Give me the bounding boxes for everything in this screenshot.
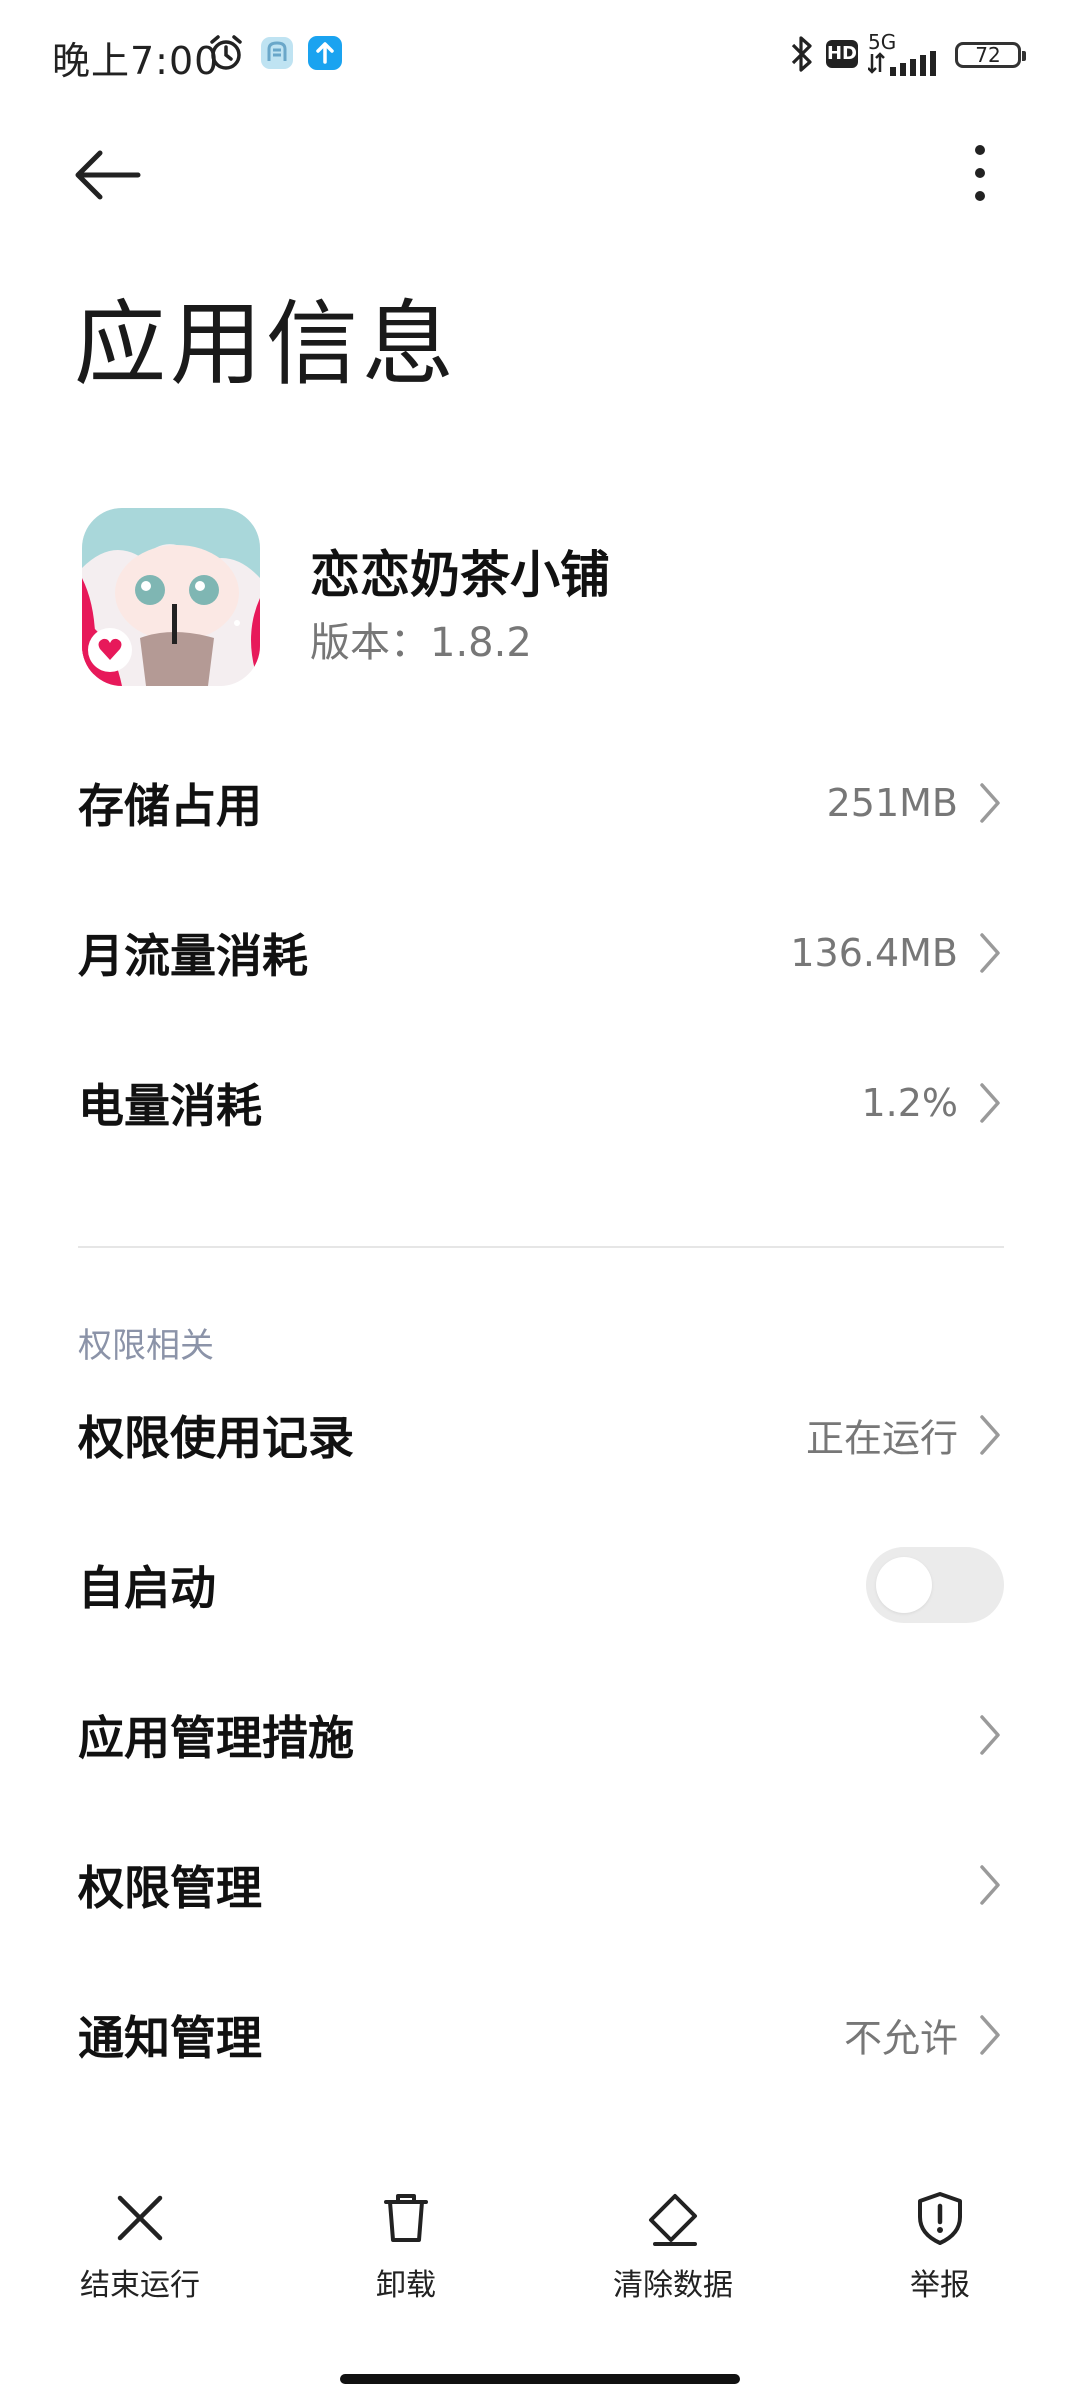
shield-alert-icon — [918, 2192, 962, 2245]
data-usage-row[interactable]: 月流量消耗 136.4MB — [0, 878, 1080, 1028]
upload-icon — [308, 36, 342, 70]
action-label: 结束运行 — [80, 2268, 200, 2303]
action-label: 卸载 — [376, 2268, 436, 2303]
status-time: 晚上7:00 — [52, 39, 220, 83]
status-bar: 晚上7:00 HD 5G 72 — [0, 0, 1080, 110]
app-icon — [82, 508, 260, 686]
app-notification-icon — [261, 37, 293, 69]
toggle-knob — [876, 1557, 932, 1613]
action-label: 清除数据 — [613, 2268, 733, 2303]
row-value: 不允许 — [843, 2016, 958, 2061]
chevron-right-icon — [980, 1865, 1000, 1905]
chevron-right-icon — [980, 783, 1000, 823]
row-label: 自启动 — [78, 1561, 216, 1615]
eraser-icon — [649, 2194, 697, 2246]
row-label: 电量消耗 — [78, 1079, 262, 1133]
app-name: 恋恋奶茶小铺 — [310, 546, 610, 604]
row-value: 正在运行 — [805, 1416, 958, 1461]
close-icon — [117, 2195, 163, 2241]
permission-management-row[interactable]: 权限管理 — [0, 1810, 1080, 1960]
section-divider — [78, 1246, 1004, 1248]
autostart-toggle[interactable] — [866, 1547, 1004, 1623]
report-button[interactable]: 举报 — [840, 2190, 1040, 2320]
autostart-row: 自启动 — [0, 1510, 1080, 1660]
chevron-right-icon — [980, 1083, 1000, 1123]
row-value: 1.2% — [861, 1081, 958, 1125]
row-label: 存储占用 — [78, 779, 262, 833]
bluetooth-icon — [791, 36, 812, 72]
battery-usage-row[interactable]: 电量消耗 1.2% — [0, 1028, 1080, 1178]
chevron-right-icon — [980, 2015, 1000, 2055]
alarm-icon — [210, 35, 242, 70]
force-stop-button[interactable]: 结束运行 — [40, 2190, 240, 2320]
page-title: 应用信息 — [74, 291, 459, 398]
uninstall-button[interactable]: 卸载 — [306, 2190, 506, 2320]
home-indicator[interactable] — [340, 2374, 740, 2384]
notification-management-row[interactable]: 通知管理 不允许 — [0, 1960, 1080, 2110]
action-label: 举报 — [910, 2268, 970, 2303]
bottom-action-bar: 结束运行 卸载 清除数据 举报 — [0, 2190, 1080, 2320]
chevron-right-icon — [980, 1715, 1000, 1755]
app-management-row[interactable]: 应用管理措施 — [0, 1660, 1080, 1810]
row-value: 251MB — [826, 781, 958, 825]
trash-icon — [384, 2194, 428, 2242]
battery-indicator: 72 — [955, 42, 1026, 68]
permission-usage-record-row[interactable]: 权限使用记录 正在运行 — [0, 1360, 1080, 1510]
signal-icon — [868, 51, 936, 76]
app-version: 版本：1.8.2 — [310, 620, 532, 666]
back-arrow-icon[interactable] — [70, 140, 150, 210]
row-label: 月流量消耗 — [78, 929, 308, 983]
row-label: 应用管理措施 — [78, 1711, 354, 1765]
row-value: 136.4MB — [790, 931, 958, 975]
hd-badge: HD — [826, 40, 858, 68]
storage-row[interactable]: 存储占用 251MB — [0, 728, 1080, 878]
clear-data-button[interactable]: 清除数据 — [573, 2190, 773, 2320]
row-label: 通知管理 — [78, 2011, 262, 2065]
row-label: 权限使用记录 — [78, 1411, 354, 1465]
row-label: 权限管理 — [78, 1861, 262, 1915]
more-options-icon[interactable] — [960, 140, 1000, 210]
chevron-right-icon — [980, 933, 1000, 973]
chevron-right-icon — [980, 1415, 1000, 1455]
